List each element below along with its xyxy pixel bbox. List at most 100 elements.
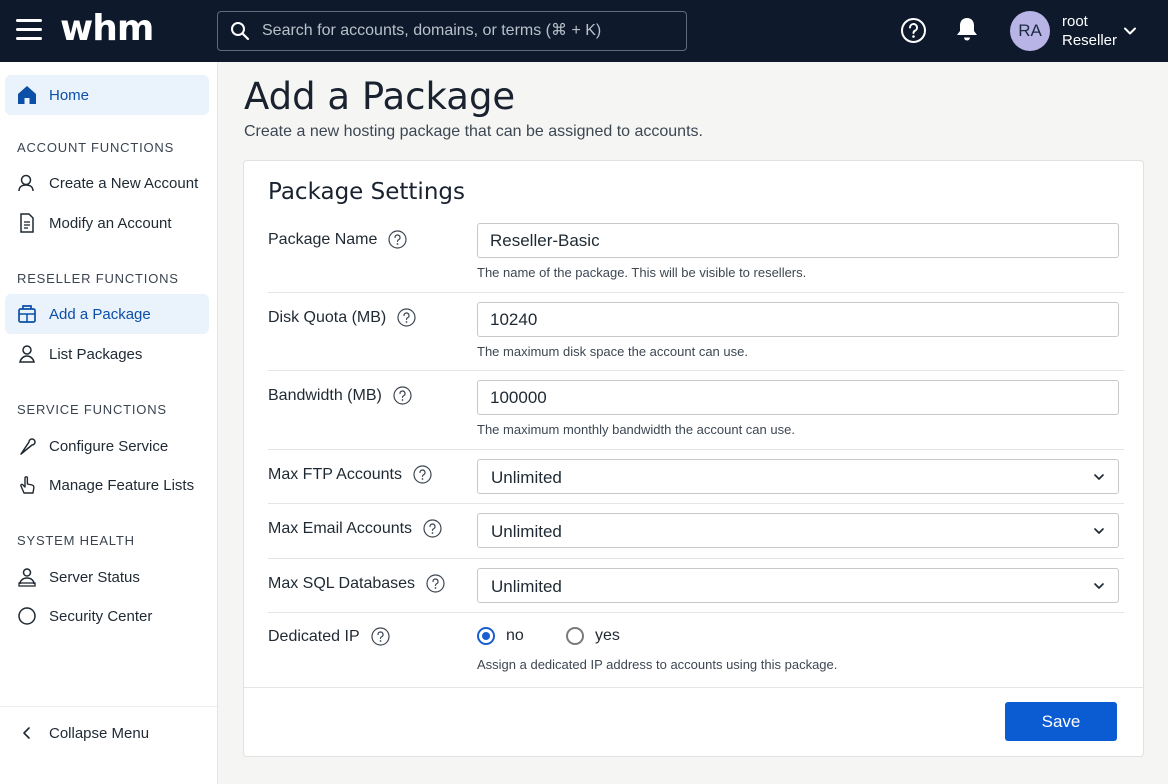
disk-quota-label: Disk Quota (MB) [268,308,416,327]
section-title-system: SYSTEM HEALTH [17,533,135,548]
max-ftp-label: Max FTP Accounts [268,465,432,484]
max-email-label: Max Email Accounts [268,519,442,538]
sidebar-item-home[interactable]: Home [5,75,209,115]
package-settings-card: Package Settings Package Name The name o… [243,160,1144,757]
dedicated-ip-radio-yes[interactable]: yes [566,627,620,645]
field-label: Max SQL Databases [268,574,416,592]
sidebar: Home ACCOUNT FUNCTIONS Create a New Acco… [0,62,218,784]
section-title-reseller: RESELLER FUNCTIONS [17,271,179,286]
field-label: Max Email Accounts [268,519,413,537]
page-title: Add a Package [244,75,516,118]
bandwidth-hint: The maximum monthly bandwidth the accoun… [477,422,795,437]
collapse-menu-button[interactable]: Collapse Menu [5,713,209,753]
sidebar-item-modify-account[interactable]: Modify an Account [5,203,209,243]
max-sql-label: Max SQL Databases [268,574,445,593]
sidebar-item-label: Security Center [49,607,153,625]
max-email-select[interactable]: Unlimited [477,513,1119,548]
hand-icon [16,474,38,496]
help-icon[interactable] [413,465,432,484]
field-label: Dedicated IP [268,627,360,645]
home-icon [16,84,38,106]
disk-quota-hint: The maximum disk space the account can u… [477,344,748,359]
sidebar-item-label: Create a New Account [49,174,199,192]
select-value: Unlimited [491,577,562,596]
wrench-icon [16,435,38,457]
sidebar-item-label: Modify an Account [49,214,172,232]
search-input[interactable] [262,22,662,40]
sidebar-item-label: Add a Package [49,305,151,323]
page-subtitle: Create a new hosting package that can be… [244,123,703,140]
chevron-down-icon [1094,528,1104,534]
search-icon [231,22,250,41]
save-button[interactable]: Save [1005,702,1117,741]
top-bar: whm RA root Reseller [0,0,1168,62]
max-sql-select[interactable]: Unlimited [477,568,1119,603]
user-add-icon [16,172,38,194]
user-role: Reseller [1062,32,1118,49]
sidebar-item-add-package[interactable]: Add a Package [5,294,209,334]
dedicated-ip-radio-no[interactable]: no [477,627,524,645]
sidebar-item-label: Configure Service [49,437,169,455]
divider [268,503,1124,504]
package-name-label: Package Name [268,230,407,249]
divider [268,449,1124,450]
section-title-account: ACCOUNT FUNCTIONS [17,140,175,155]
sidebar-item-label: List Packages [49,345,143,363]
disk-quota-input[interactable] [477,302,1119,337]
field-label: Max FTP Accounts [268,465,402,483]
chevron-left-icon [16,722,38,744]
sidebar-item-label: Home [49,86,90,104]
section-title-service: SERVICE FUNCTIONS [17,402,167,417]
divider [0,706,217,707]
package-name-input[interactable] [477,223,1119,258]
package-name-hint: The name of the package. This will be vi… [477,265,807,280]
chevron-down-icon [1094,583,1104,589]
search-box[interactable] [217,11,687,51]
menu-icon[interactable] [16,19,42,41]
radio-label: no [506,627,524,644]
radio-circle [566,627,584,645]
document-icon [16,212,38,234]
list-icon [16,343,38,365]
sidebar-item-label: Server Status [49,568,140,586]
bell-icon[interactable] [955,16,979,43]
help-icon[interactable] [423,519,442,538]
help-icon[interactable] [397,308,416,327]
whm-logo[interactable]: whm [60,8,154,49]
sidebar-item-security-center[interactable]: Security Center [5,596,209,636]
help-icon[interactable] [388,230,407,249]
sidebar-item-server-status[interactable]: Server Status [5,557,209,597]
select-value: Unlimited [491,522,562,541]
radio-label: yes [595,627,620,644]
help-icon[interactable] [371,627,390,646]
circle-icon [16,605,38,627]
help-icon[interactable] [426,574,445,593]
field-label: Bandwidth (MB) [268,386,382,404]
sidebar-item-create-account[interactable]: Create a New Account [5,163,209,203]
user-info[interactable]: root Reseller [1062,12,1117,50]
sidebar-item-list-packages[interactable]: List Packages [5,334,209,374]
divider [268,612,1124,613]
select-value: Unlimited [491,468,562,487]
package-icon [16,303,38,325]
dedicated-ip-hint: Assign a dedicated IP address to account… [477,657,838,672]
help-icon[interactable] [393,386,412,405]
field-label: Disk Quota (MB) [268,308,387,326]
divider [268,370,1124,371]
max-ftp-select[interactable]: Unlimited [477,459,1119,494]
chevron-down-icon[interactable] [1122,23,1138,39]
bandwidth-label: Bandwidth (MB) [268,386,412,405]
bandwidth-input[interactable] [477,380,1119,415]
field-label: Package Name [268,230,378,248]
divider [244,687,1143,688]
help-icon[interactable] [900,17,927,44]
server-icon [16,566,38,588]
collapse-menu-label: Collapse Menu [49,724,150,742]
sidebar-item-manage-features[interactable]: Manage Feature Lists [5,465,209,505]
section-title: Package Settings [268,179,465,205]
chevron-down-icon [1094,474,1104,480]
sidebar-item-configure-service[interactable]: Configure Service [5,426,209,466]
divider [268,558,1124,559]
radio-circle [477,627,495,645]
avatar[interactable]: RA [1010,11,1050,51]
